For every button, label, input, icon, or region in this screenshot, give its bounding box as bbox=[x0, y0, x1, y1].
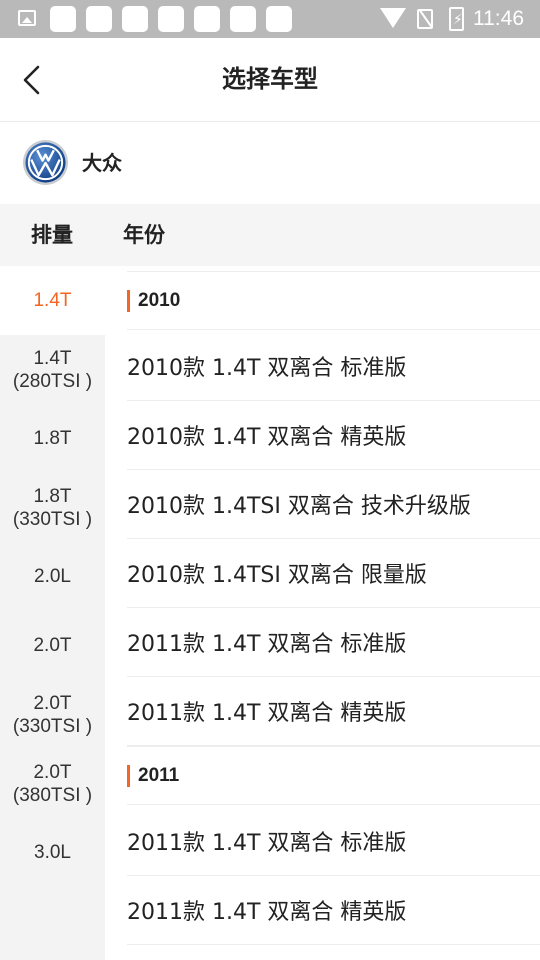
displacement-label: 3.0L bbox=[34, 841, 71, 864]
status-time: 11:46 bbox=[473, 7, 524, 30]
displacement-item[interactable]: 2.0T (380TSI ) bbox=[0, 749, 105, 818]
displacement-label: 2.0T (380TSI ) bbox=[13, 761, 92, 807]
model-label: 2011款 1.4T 双离合 精英版 bbox=[127, 900, 407, 925]
displacement-engine-code: (280TSI ) bbox=[12, 370, 93, 392]
displacement-label: 2.0L bbox=[34, 565, 71, 588]
year-accent-bar bbox=[127, 764, 130, 787]
displacement-value: 1.4T bbox=[33, 290, 72, 311]
displacement-value: 2.0L bbox=[34, 566, 71, 587]
displacement-label: 1.8T bbox=[33, 427, 71, 450]
displacement-label: 1.4T (280TSI ) bbox=[13, 347, 92, 393]
year-label: 2011 bbox=[138, 764, 180, 786]
year-group-header: 2010 bbox=[127, 271, 540, 330]
model-label: 2010款 1.4TSI 双离合 技术升级版 bbox=[127, 494, 471, 519]
model-item[interactable]: 2011款 1.4T 双离合 标准版 bbox=[127, 807, 540, 876]
year-accent-bar bbox=[127, 289, 130, 312]
displacement-item[interactable]: 3.0L bbox=[0, 818, 105, 887]
model-item[interactable]: 2011款 1.4T 双离合 标准版 bbox=[127, 608, 540, 677]
displacement-item[interactable]: 2.0L bbox=[0, 542, 105, 611]
displacement-engine-code: (330TSI ) bbox=[12, 715, 93, 737]
model-item[interactable]: 2010款 1.4T 双离合 精英版 bbox=[127, 401, 540, 470]
year-label: 2010 bbox=[138, 289, 181, 311]
displacement-item[interactable]: 2.0T (330TSI ) bbox=[0, 680, 105, 749]
displacement-item[interactable]: 1.4T bbox=[0, 266, 105, 335]
model-list[interactable]: 2010 2010款 1.4T 双离合 标准版 2010款 1.4T 双离合 精英版… bbox=[105, 266, 540, 960]
model-label: 2010款 1.4TSI 双离合 限量版 bbox=[127, 563, 427, 588]
model-label: 2011款 1.4T 双离合 精英版 bbox=[127, 701, 407, 726]
displacement-label: 1.4T bbox=[33, 289, 71, 312]
app-notification-icon bbox=[122, 6, 148, 32]
model-item[interactable]: 2011款 1.4T 双离合 精英版 bbox=[127, 677, 540, 746]
displacement-engine-code: (330TSI ) bbox=[12, 508, 93, 530]
displacement-item[interactable]: 1.4T (280TSI ) bbox=[0, 335, 105, 404]
app-notification-icon bbox=[158, 6, 184, 32]
model-label: 2010款 1.4T 双离合 标准版 bbox=[127, 356, 407, 381]
displacement-engine-code: (380TSI ) bbox=[12, 784, 93, 806]
displacement-value: 1.4T bbox=[33, 347, 72, 369]
displacement-value: 2.0T bbox=[33, 761, 72, 783]
displacement-value: 1.8T bbox=[33, 485, 72, 507]
displacement-label: 1.8T (330TSI ) bbox=[13, 485, 92, 531]
displacement-column-title: 排量 bbox=[31, 223, 73, 247]
chevron-left-icon bbox=[23, 65, 40, 95]
displacement-value: 2.0T bbox=[33, 692, 72, 714]
displacement-list[interactable]: 1.4T 1.4T (280TSI ) 1.8T 1.8T (330TSI ) 2.0L 2.… bbox=[0, 266, 105, 960]
model-label: 2010款 1.4T 双离合 精英版 bbox=[127, 425, 407, 450]
model-label: 2011款 1.4T 双离合 标准版 bbox=[127, 632, 407, 657]
column-header: 排量 年份 bbox=[0, 204, 540, 266]
app-notification-icon bbox=[230, 6, 256, 32]
displacement-value: 1.8T bbox=[33, 428, 72, 449]
year-group-header: 2011 bbox=[127, 746, 540, 805]
back-button[interactable] bbox=[14, 60, 54, 100]
displacement-label: 2.0T bbox=[33, 634, 71, 657]
no-sim-icon bbox=[417, 9, 433, 29]
displacement-value: 2.0T bbox=[33, 635, 72, 656]
app-notification-icon bbox=[266, 6, 292, 32]
battery-charging-icon: ⚡ bbox=[449, 7, 464, 31]
image-notification-icon bbox=[18, 10, 36, 26]
model-item[interactable]: 2010款 1.4TSI 双离合 技术升级版 bbox=[127, 470, 540, 539]
app-notification-icon bbox=[194, 6, 220, 32]
app-notification-icon bbox=[86, 6, 112, 32]
displacement-value: 3.0L bbox=[34, 842, 71, 863]
displacement-item[interactable]: 1.8T (330TSI ) bbox=[0, 473, 105, 542]
page-title: 选择车型 bbox=[222, 65, 318, 93]
year-column-title: 年份 bbox=[123, 223, 165, 247]
app-notification-icon bbox=[50, 6, 76, 32]
brand-row: 大众 bbox=[0, 122, 540, 204]
status-bar: ⚡ 11:46 bbox=[0, 0, 540, 38]
wifi-icon bbox=[380, 8, 406, 28]
model-item[interactable]: 2011款 1.4T 双离合 精英版 bbox=[127, 876, 540, 945]
app-header: 选择车型 bbox=[0, 38, 540, 122]
brand-name: 大众 bbox=[82, 151, 122, 175]
displacement-item[interactable]: 1.8T bbox=[0, 404, 105, 473]
volkswagen-logo-icon bbox=[22, 139, 69, 186]
model-item[interactable]: 2010款 1.4TSI 双离合 限量版 bbox=[127, 539, 540, 608]
model-label: 2011款 1.4T 双离合 标准版 bbox=[127, 831, 407, 856]
displacement-label: 2.0T (330TSI ) bbox=[13, 692, 92, 738]
displacement-item[interactable]: 2.0T bbox=[0, 611, 105, 680]
model-item[interactable]: 2010款 1.4T 双离合 标准版 bbox=[127, 332, 540, 401]
